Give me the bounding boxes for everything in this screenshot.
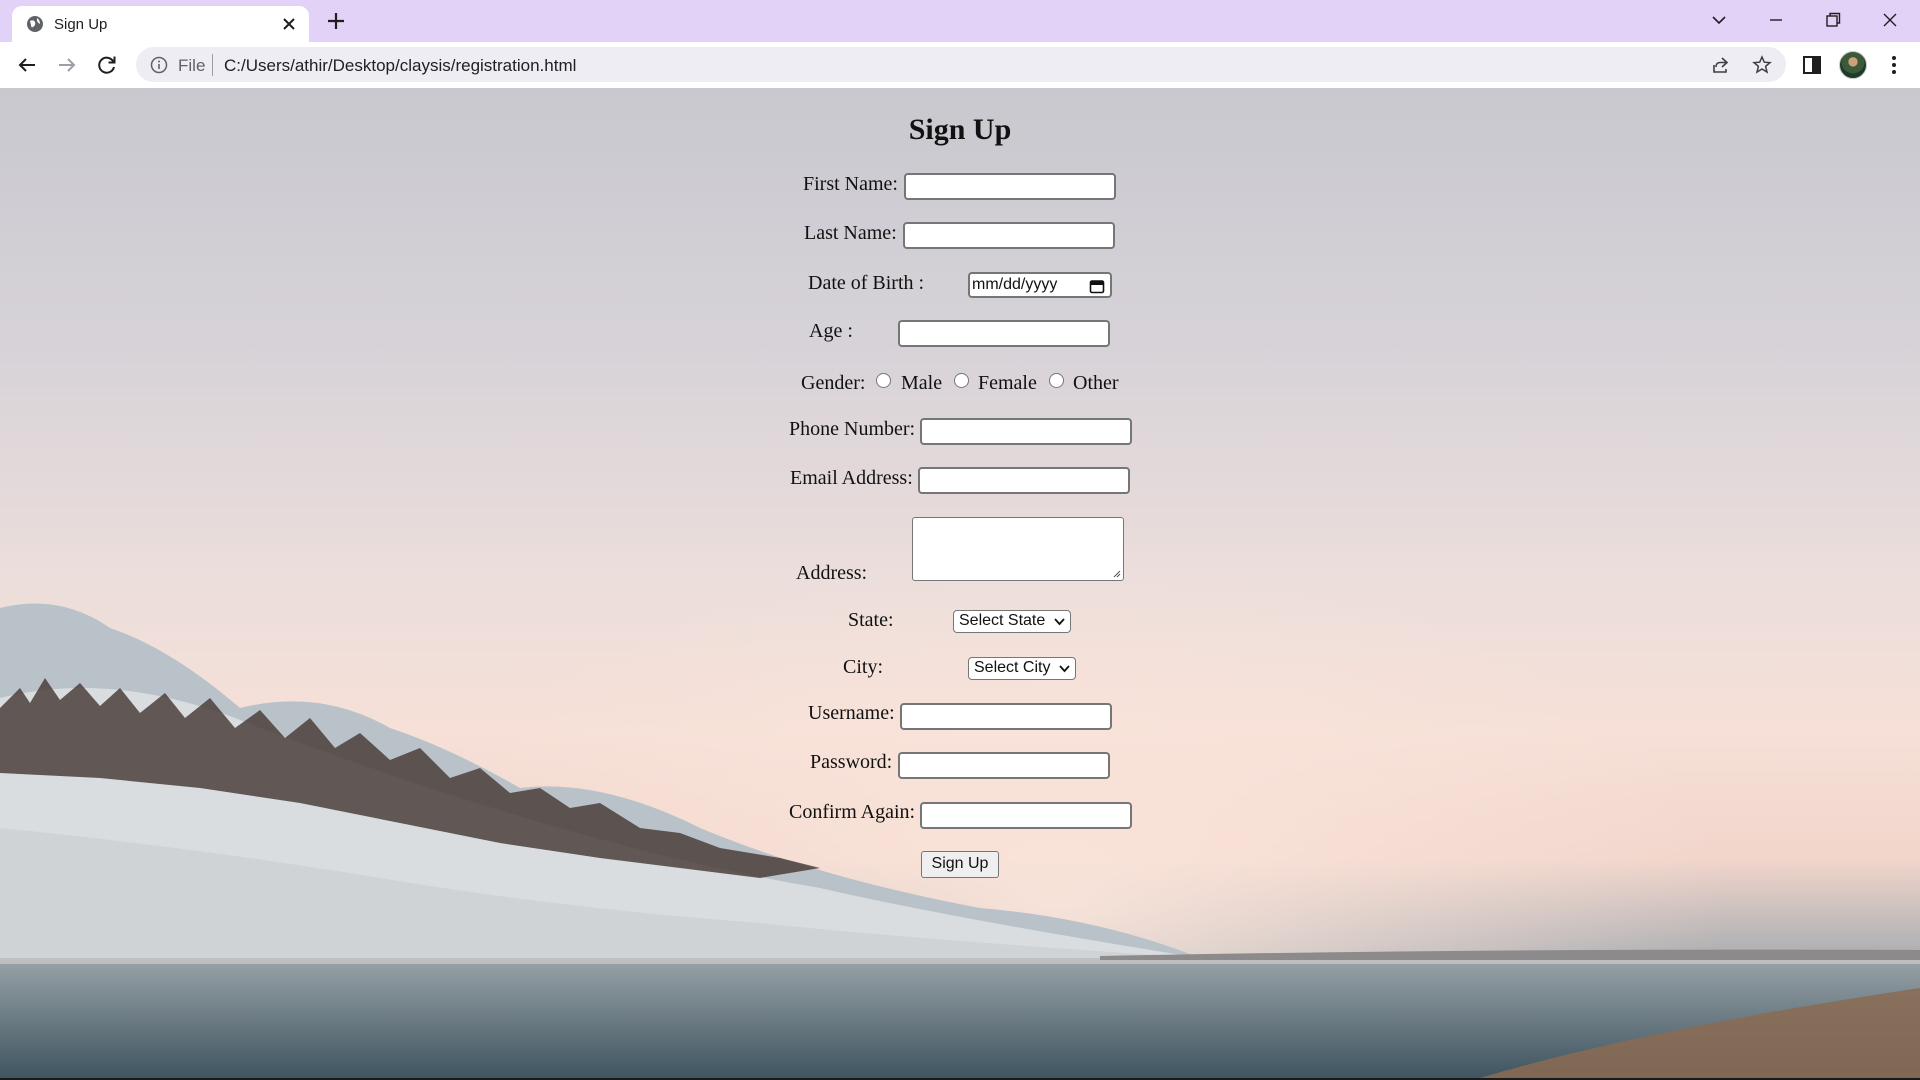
- tab-bar: Sign Up: [0, 0, 1920, 42]
- confirm-password-label: Confirm Again:: [789, 801, 916, 823]
- gender-other-label: Other: [1073, 372, 1119, 394]
- more-menu-icon[interactable]: [1882, 53, 1906, 77]
- forward-arrow-icon[interactable]: [55, 53, 79, 77]
- confirm-password-input[interactable]: [920, 802, 1132, 829]
- page-title: Sign Up: [908, 113, 1012, 146]
- signup-form: Sign Up First Name: Last Name: Date of B…: [0, 88, 1920, 1078]
- share-icon[interactable]: [1710, 55, 1730, 75]
- email-input[interactable]: [918, 467, 1130, 494]
- chevron-down-icon: [1054, 618, 1065, 626]
- state-label: State:: [848, 609, 894, 631]
- gender-female-radio[interactable]: [954, 373, 969, 388]
- chevron-down-icon: [1059, 665, 1070, 673]
- state-select[interactable]: Select State: [953, 610, 1071, 633]
- city-label: City:: [843, 656, 884, 678]
- city-select-value: Select City: [974, 659, 1051, 676]
- close-window-icon[interactable]: [1879, 9, 1901, 31]
- phone-label: Phone Number:: [789, 418, 916, 440]
- url-text[interactable]: C:/Users/athir/Desktop/claysis/registrat…: [224, 56, 576, 76]
- gender-female-label: Female: [978, 372, 1037, 394]
- browser-tab[interactable]: Sign Up: [12, 6, 309, 42]
- page-viewport: Sign Up First Name: Last Name: Date of B…: [0, 88, 1920, 1078]
- reload-icon[interactable]: [95, 53, 119, 77]
- tab-search-chevron-icon[interactable]: [1708, 9, 1730, 31]
- browser-toolbar: File C:/Users/athir/Desktop/claysis/regi…: [0, 42, 1920, 88]
- dob-label: Date of Birth :: [808, 272, 925, 294]
- gender-male-label: Male: [901, 372, 943, 394]
- resize-grip-icon[interactable]: [1111, 568, 1121, 578]
- address-textarea[interactable]: [912, 517, 1124, 581]
- address-label: Address:: [796, 562, 868, 584]
- dob-placeholder: mm/dd/yyyy: [972, 276, 1058, 293]
- profile-avatar[interactable]: [1839, 51, 1867, 79]
- gender-other-radio[interactable]: [1049, 373, 1064, 388]
- back-arrow-icon[interactable]: [15, 53, 39, 77]
- calendar-icon[interactable]: [1089, 278, 1105, 294]
- last-name-input[interactable]: [903, 222, 1115, 249]
- phone-input[interactable]: [920, 418, 1132, 445]
- info-icon[interactable]: [150, 56, 168, 74]
- password-label: Password:: [810, 751, 893, 773]
- password-input[interactable]: [898, 752, 1110, 779]
- tab-title: Sign Up: [54, 16, 108, 33]
- gender-male-radio[interactable]: [876, 373, 891, 388]
- first-name-label: First Name:: [803, 173, 898, 195]
- first-name-input[interactable]: [904, 173, 1116, 200]
- city-select[interactable]: Select City: [968, 657, 1076, 680]
- age-label: Age :: [809, 320, 853, 342]
- restore-icon[interactable]: [1822, 9, 1844, 31]
- state-select-value: Select State: [959, 612, 1046, 629]
- new-tab-icon[interactable]: [326, 11, 346, 31]
- minimize-icon[interactable]: [1765, 9, 1787, 31]
- close-tab-icon[interactable]: [282, 17, 296, 31]
- age-input[interactable]: [898, 320, 1110, 347]
- signup-submit-button[interactable]: Sign Up: [921, 851, 999, 878]
- side-panel-icon[interactable]: [1800, 53, 1824, 77]
- gender-label: Gender:: [801, 372, 866, 394]
- dob-input[interactable]: mm/dd/yyyy: [968, 272, 1112, 298]
- globe-icon: [27, 16, 43, 32]
- username-label: Username:: [808, 702, 895, 724]
- username-input[interactable]: [900, 703, 1112, 730]
- bookmark-star-icon[interactable]: [1752, 55, 1772, 75]
- url-scheme: File: [178, 56, 206, 75]
- url-divider: [212, 54, 213, 76]
- email-label: Email Address:: [790, 467, 913, 489]
- address-bar[interactable]: File C:/Users/athir/Desktop/claysis/regi…: [136, 47, 1786, 82]
- last-name-label: Last Name:: [804, 222, 897, 244]
